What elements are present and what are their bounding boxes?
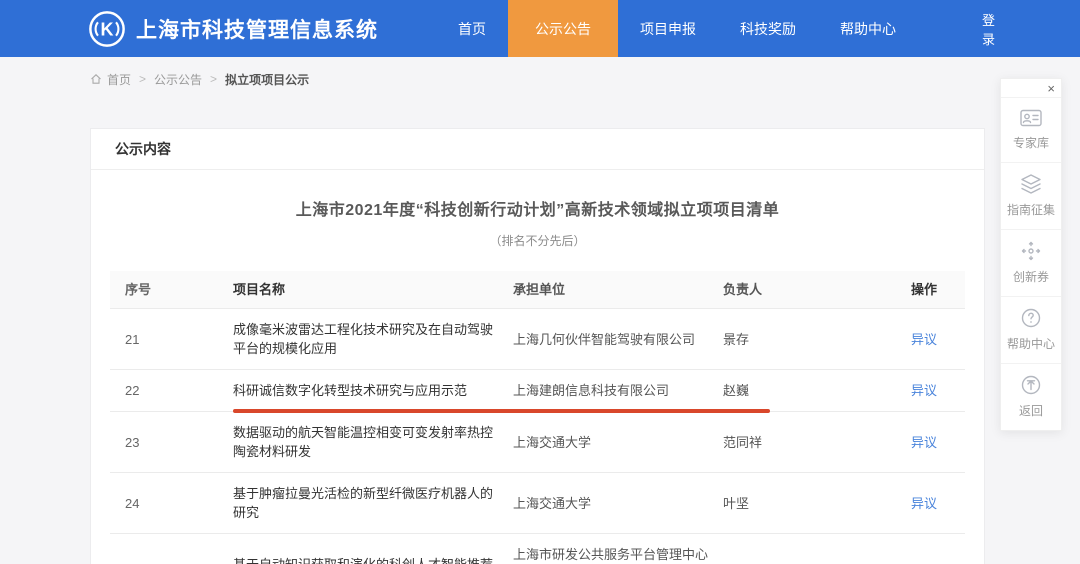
row-leader: 范同祥 xyxy=(723,422,883,463)
row-project: 成像毫米波雷达工程化技术研究及在自动驾驶平台的规模化应用 xyxy=(233,309,513,369)
panel-item-label: 专家库 xyxy=(1013,136,1049,150)
help-center-icon xyxy=(1020,307,1042,329)
close-icon[interactable]: × xyxy=(1047,82,1055,96)
page-title: 上海市2021年度“科技创新行动计划”高新技术领域拟立项项目清单 xyxy=(91,196,984,220)
table-row: 21 成像毫米波雷达工程化技术研究及在自动驾驶平台的规模化应用 上海几何伙伴智能… xyxy=(110,309,965,370)
row-org: 上海建朗信息科技有限公司 xyxy=(513,370,723,411)
panel-item-label: 创新券 xyxy=(1013,270,1049,284)
row-org: 上海几何伙伴智能驾驶有限公司 xyxy=(513,319,723,360)
login-button[interactable]: 登录 xyxy=(982,0,995,57)
row-project: 科研诚信数字化转型技术研究与应用示范 xyxy=(233,370,513,411)
row-seq: 22 xyxy=(110,370,233,411)
innovation-voucher-icon xyxy=(1020,240,1042,262)
table-row: 25 基于自动知识获取和演化的科创人才智能推荐平台关键技术研究与应用示范 上海市… xyxy=(110,534,965,564)
breadcrumb-separator: > xyxy=(210,72,217,86)
card-header: 公示内容 xyxy=(91,129,984,170)
app-logo-icon: K xyxy=(88,10,126,48)
panel-item-label: 指南征集 xyxy=(1007,203,1055,217)
row-org: 上海交通大学 xyxy=(513,422,723,463)
panel-item-guide-collection[interactable]: 指南征集 xyxy=(1001,162,1061,229)
row-leader: 景存 xyxy=(723,319,883,360)
table-row-highlighted: 22 科研诚信数字化转型技术研究与应用示范 上海建朗信息科技有限公司 赵巍 异议 xyxy=(110,370,965,412)
panel-item-help-center[interactable]: 帮助中心 xyxy=(1001,296,1061,363)
breadcrumb: 首页 > 公示公告 > 拟立项项目公示 xyxy=(0,57,1080,101)
expert-database-icon xyxy=(1019,108,1043,128)
panel-item-innovation-voucher[interactable]: 创新券 xyxy=(1001,229,1061,296)
header-action: 操作 xyxy=(883,271,965,308)
svg-text:K: K xyxy=(100,19,113,39)
panel-item-back[interactable]: 返回 xyxy=(1001,363,1061,430)
guide-collection-icon xyxy=(1019,173,1043,195)
objection-link[interactable]: 异议 xyxy=(911,496,937,511)
row-org: 上海交通大学 xyxy=(513,483,723,524)
breadcrumb-current-page: 拟立项项目公示 xyxy=(225,71,309,88)
breadcrumb-announcements[interactable]: 公示公告 xyxy=(154,71,202,88)
nav-item-announcements[interactable]: 公示公告 xyxy=(508,0,618,57)
back-icon xyxy=(1020,374,1042,396)
row-seq: 21 xyxy=(110,319,233,360)
header-org: 承担单位 xyxy=(513,271,723,308)
header-project: 项目名称 xyxy=(233,271,513,308)
header-leader: 负责人 xyxy=(723,271,883,308)
table-header-row: 序号 项目名称 承担单位 负责人 操作 xyxy=(110,271,965,309)
row-leader: 叶坚 xyxy=(723,483,883,524)
nav-item-sci-tech-awards[interactable]: 科技奖励 xyxy=(718,0,818,57)
row-leader: 何军 xyxy=(723,553,883,564)
table-row: 23 数据驱动的航天智能温控相变可变发射率热控陶瓷材料研发 上海交通大学 范同祥… xyxy=(110,412,965,473)
row-seq: 24 xyxy=(110,483,233,524)
breadcrumb-separator: > xyxy=(139,72,146,86)
panel-item-label: 帮助中心 xyxy=(1007,337,1055,351)
row-leader: 赵巍 xyxy=(723,370,883,411)
nav-item-project-application[interactable]: 项目申报 xyxy=(618,0,718,57)
nav-menu: 首页 公示公告 项目申报 科技奖励 帮助中心 xyxy=(436,0,918,57)
app-title: 上海市科技管理信息系统 xyxy=(136,14,378,44)
breadcrumb-home[interactable]: 首页 xyxy=(107,71,131,88)
row-project: 基于肿瘤拉曼光活检的新型纤微医疗机器人的研究 xyxy=(233,473,513,533)
brand[interactable]: K 上海市科技管理信息系统 xyxy=(0,0,378,57)
objection-link[interactable]: 异议 xyxy=(911,332,937,347)
objection-link[interactable]: 异议 xyxy=(911,435,937,450)
quick-access-panel: × 专家库 指南征集 xyxy=(1000,78,1062,431)
row-seq: 25 xyxy=(110,553,233,564)
nav-item-home[interactable]: 首页 xyxy=(436,0,508,57)
row-project: 基于自动知识获取和演化的科创人才智能推荐平台关键技术研究与应用示范 xyxy=(233,544,513,564)
row-project: 数据驱动的航天智能温控相变可变发射率热控陶瓷材料研发 xyxy=(233,412,513,472)
panel-item-label: 返回 xyxy=(1019,404,1043,418)
row-seq: 23 xyxy=(110,422,233,463)
objection-link[interactable]: 异议 xyxy=(911,383,937,398)
announcement-card: 公示内容 上海市2021年度“科技创新行动计划”高新技术领域拟立项项目清单 （排… xyxy=(90,128,985,564)
header-seq: 序号 xyxy=(110,271,233,308)
top-navbar: K 上海市科技管理信息系统 首页 公示公告 项目申报 科技奖励 帮助中心 登录 xyxy=(0,0,1080,57)
panel-item-expert-database[interactable]: 专家库 xyxy=(1001,97,1061,162)
nav-item-help-center[interactable]: 帮助中心 xyxy=(818,0,918,57)
home-icon xyxy=(90,73,102,85)
page-subtitle: （排名不分先后） xyxy=(91,232,984,249)
table-row: 24 基于肿瘤拉曼光活检的新型纤微医疗机器人的研究 上海交通大学 叶坚 异议 xyxy=(110,473,965,534)
row-org: 上海市研发公共服务平台管理中心(上海市科技人才发展中心、上海市外国人来华工作服务… xyxy=(513,534,723,564)
project-table: 序号 项目名称 承担单位 负责人 操作 21 成像毫米波雷达工程化技术研究及在自… xyxy=(110,271,965,564)
